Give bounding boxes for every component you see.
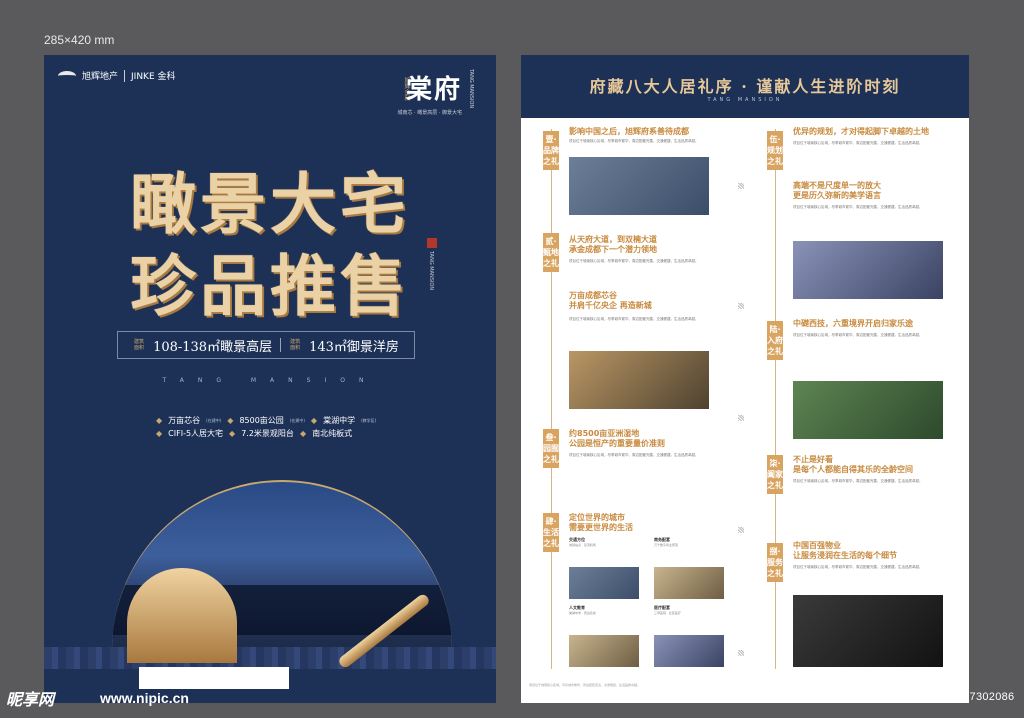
section-tag-4: 肆·生活之礼 [543,513,559,552]
aerial-city-image [569,351,709,409]
mall-image [654,567,724,599]
left-poster: 旭辉地产 JINKE 金科 旭辉金科 棠府 TANG MANSION 城南芯 ·… [44,55,496,703]
spec-2-tag: 建筑面积 [290,339,301,351]
brand-bar: 旭辉地产 JINKE 金科 [58,69,176,82]
hospital-image [654,635,724,667]
section-tag-6: 陆·入府之礼 [767,321,783,360]
brand-divider [124,69,126,82]
feature-text: 棠湖中学 [323,416,356,425]
spec-2: 143㎡御景洋房 [309,339,399,355]
life-item-2-desc: 万千数字商业聚落 [654,543,679,547]
blank-info-box [139,667,289,689]
right-footnote: 项目位于城南核心区域，尽享城市繁华，周边配套完善，交通便捷，生活品质卓越。 [529,683,641,687]
diamond-icon: ◆ [227,416,234,425]
right-subtitle: TANG MANSION [707,97,783,103]
seal-icon [427,238,437,248]
section-heading-8: 中国百强物业 让服务浸润在生活的每个细节 [793,541,897,560]
watermark-logo: 昵享网 [6,690,55,709]
diamond-icon: ◆ [229,429,236,438]
qr-marker [738,415,744,421]
section-tag-3: 叁·园囿之礼 [543,429,559,468]
left-column-line [551,129,552,669]
planning-aerial-image [793,241,943,299]
butler-service-image [793,595,943,667]
project-en: TANG MANSION [468,69,474,109]
section-body-8: 项目位于城南核心区域，尽享城市繁华，周边配套完善，交通便捷，生活品质卓越。 [793,565,923,569]
right-title: 府藏八大人居礼序 · 谨献人生进阶时刻 [589,77,901,96]
section-body-2b: 项目位于城南核心区域，尽享城市繁华，周边配套完善，交通便捷，生活品质卓越。 [569,317,699,321]
life-item-4-desc: 三甲医院 · 社区医疗 [654,611,681,615]
qr-marker [738,303,744,309]
feature-note: (在建中) [289,417,305,423]
section-heading-1: 影响中国之后，旭辉府系善待成都 [569,127,689,136]
section-body-5: 项目位于城南核心区域，尽享城市繁华，周边配套完善，交通便捷，生活品质卓越。 [793,141,923,145]
developer-logo-icon [58,70,76,81]
section-tag-1: 壹·品牌之礼 [543,131,559,170]
section-body-7: 项目位于城南核心区域，尽享城市繁华，周边配套完善，交通便捷，生活品质卓越。 [793,479,923,483]
section-tag-5: 伍·规划之礼 [767,131,783,170]
section-heading-6: 中礎西技，六重境界开启归家乐途 [793,319,913,328]
section-heading-3: 约8500亩亚洲湿地 公园是恒产的重要量价准则 [569,429,665,448]
diamond-icon: ◆ [299,429,307,438]
spec-divider [280,338,282,352]
feature-text: 8500亩公园 [239,416,284,425]
section-heading-2b: 万亩成都芯谷 并肩千亿央企 再造新城 [569,291,652,310]
project-caption: 城南芯 · 瞰景高层 · 御景大宅 [397,110,462,116]
garden-image [793,381,943,439]
watermark-url: www.nipic.cn [100,690,189,706]
feature-note: (在建中) [206,417,222,423]
section-heading-2: 从天府大道，到双楠大道 承金成都下一个潜力领地 [569,235,657,254]
feature-row-2: ◆ CIFI-5人居大宅 ◆ 7.2米景观阳台 ◆ 南北纯板式 [156,428,436,439]
section-body-5b: 项目位于城南核心区域，尽享城市繁华，周边配套完善，交通便捷，生活品质卓越。 [793,205,923,209]
feature-text: 南北纯板式 [312,429,353,438]
right-column-line [775,129,776,669]
section-heading-4: 定位世界的城市 需要更世界的生活 [569,513,633,532]
diamond-icon: ◆ [156,416,163,425]
section-body-2: 项目位于城南核心区域，尽享城市繁华，周边配套完善，交通便捷，生活品质卓越。 [569,259,699,263]
metro-image [569,567,639,599]
partner-name: JINKE 金科 [131,72,176,82]
spec-1-tag: 建筑面积 [134,339,145,351]
watermark-id: ID:30059133 NO:20191218164537302086 [796,691,1015,703]
section-tag-2: 贰·甄地之礼 [543,233,559,272]
feature-text: 7.2米景观阳台 [241,429,294,438]
spec-bar: 建筑面积 108-138㎡瞰景高层 建筑面积 143㎡御景洋房 [117,331,415,359]
qr-marker [738,183,744,189]
life-item-1-desc: 地铁站点 · 双流机场 [569,543,596,547]
developer-name: 旭辉地产 [82,72,119,82]
feature-note: (教学区) [361,417,377,423]
section-heading-7: 不止是好看 是每个人都能自得其乐的全龄空间 [793,455,913,474]
spec-1: 108-138㎡瞰景高层 [153,339,273,355]
section-heading-5: 优异的规划，才对得起脚下卓越的土地 [793,127,929,136]
diamond-icon: ◆ [310,416,318,425]
section-body-6: 项目位于城南核心区域，尽享城市繁华，周边配套完善，交通便捷，生活品质卓越。 [793,333,923,337]
section-tag-8: 捌·服务之礼 [767,543,783,582]
seal-en: TANG MANSION [428,251,434,291]
diamond-icon: ◆ [156,429,163,438]
feature-row-1: ◆ 万亩芯谷 (在建中) ◆ 8500亩公园 (在建中) ◆ 棠湖中学 (教学区) [156,415,436,426]
life-item-3-desc: 棠湖中学 · 周边名校 [569,611,596,615]
school-track-image [569,635,639,667]
qr-marker [738,650,744,656]
skyline-strip [44,647,496,669]
feature-text: CIFI-5人居大宅 [168,429,224,438]
section-tag-7: 柒·阖家之礼 [767,455,783,494]
section-body-1: 项目位于城南核心区域，尽享城市繁华，周边配套完善，交通便捷，生活品质卓越。 [569,139,699,143]
project-name: 棠府 [405,75,462,105]
section-body-3: 项目位于城南核心区域，尽享城市繁华，周边配套完善，交通便捷，生活品质卓越。 [569,453,699,457]
qr-marker [738,527,744,533]
right-poster: 府藏八大人居礼序 · 谨献人生进阶时刻 TANG MANSION 壹·品牌之礼 … [521,55,969,703]
mansion-en: TANG MANSION [162,377,378,384]
section-heading-5b: 高端不是尺度单一的放大 更是历久弥新的美学语言 [793,181,881,200]
feature-text: 万亩芯谷 [168,416,201,425]
canvas-size-label: 285×420 mm [44,33,115,47]
brand-building-image [569,157,709,215]
